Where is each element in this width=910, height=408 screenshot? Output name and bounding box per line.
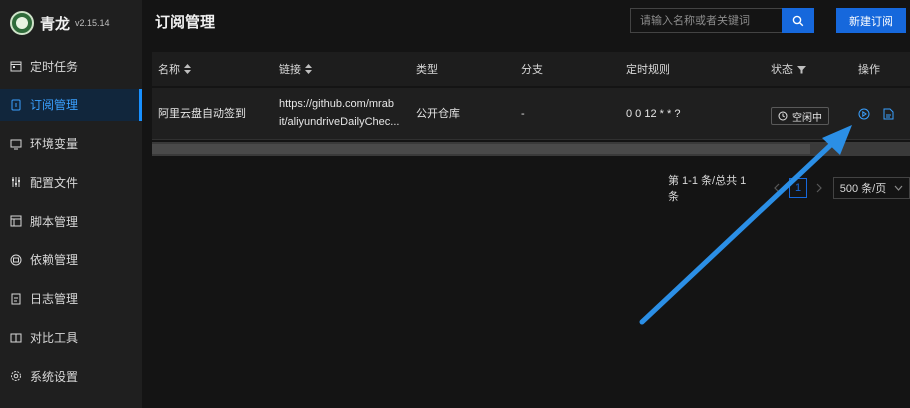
filter-icon[interactable] [797,65,806,74]
page-header: 订阅管理 新建订阅 [142,0,910,40]
cell-name: 阿里云盘自动签到 [158,108,246,120]
monitor-icon [10,138,22,150]
subscription-table: 名称 链接 类型 分支 定时规则 状态 操作 阿里云盘自动签到 https://… [152,52,910,156]
chevron-left-icon [774,183,780,193]
sidebar-item-label: 日志管理 [30,292,79,307]
sidebar-item-config[interactable]: 配置文件 [0,166,142,198]
brand: 青龙 v2.15.14 [0,0,142,46]
search-icon [792,15,804,26]
pagination: 第 1-1 条/总共 1 条 1 500 条/页 [668,172,910,204]
brand-version: v2.15.14 [75,18,110,28]
sidebar-item-env[interactable]: 环境变量 [0,128,142,160]
sidebar-item-subscription[interactable]: 订阅管理 [0,88,142,121]
sidebar: 青龙 v2.15.14 定时任务 订阅管理 环境变量 配置文件 脚本管理 依赖管… [0,0,142,408]
file-text-icon [883,108,894,120]
page-title: 订阅管理 [155,14,216,31]
sidebar-nav: 定时任务 订阅管理 环境变量 配置文件 脚本管理 依赖管理 日志管理 对比工具 … [0,50,142,392]
sidebar-item-label: 依赖管理 [30,253,79,268]
sidebar-item-label: 系统设置 [30,369,79,384]
chevron-down-icon [894,185,903,191]
table-row: 阿里云盘自动签到 https://github.com/mrab it/aliy… [152,88,910,140]
view-log-button[interactable] [883,108,894,123]
package-icon [10,254,22,266]
sidebar-item-label: 脚本管理 [30,214,79,229]
calendar-icon [10,60,22,72]
sidebar-item-label: 订阅管理 [30,98,79,113]
horizontal-scrollbar[interactable] [152,142,910,156]
sidebar-item-label: 定时任务 [30,59,79,74]
column-header-type: 类型 [416,64,438,76]
diff-icon [10,332,22,344]
page-size-select[interactable]: 500 条/页 [832,177,910,199]
sidebar-item-deps[interactable]: 依赖管理 [0,244,142,276]
column-header-name[interactable]: 名称 [158,61,191,77]
page-number-button[interactable]: 1 [789,178,807,198]
cell-link: https://github.com/mrab it/aliyundriveDa… [279,98,400,128]
script-icon [10,215,22,227]
sidebar-item-settings[interactable]: 系统设置 [0,360,142,392]
sliders-icon [10,176,22,188]
sidebar-item-label: 环境变量 [30,137,79,152]
main-content: 订阅管理 新建订阅 名称 链接 类型 分支 定时规则 状态 [142,0,910,408]
chevron-right-icon [816,183,822,193]
qinglong-logo-icon [10,11,34,35]
sidebar-item-cron[interactable]: 定时任务 [0,50,142,82]
log-icon [10,293,22,305]
status-badge: 空闲中 [771,107,829,125]
scrollbar-thumb[interactable] [152,144,810,154]
clock-icon [778,111,788,121]
next-page-button[interactable] [811,179,827,197]
gear-icon [10,370,22,382]
sidebar-item-scripts[interactable]: 脚本管理 [0,205,142,237]
cell-schedule: 0 0 12 * * ? [626,108,681,120]
sidebar-item-label: 配置文件 [30,175,79,190]
sidebar-item-diff[interactable]: 对比工具 [0,322,142,354]
play-circle-icon [858,108,870,120]
column-header-actions: 操作 [858,64,880,76]
sort-icon [305,64,312,74]
sidebar-item-logs[interactable]: 日志管理 [0,283,142,315]
sidebar-item-label: 对比工具 [30,331,79,346]
new-subscription-button[interactable]: 新建订阅 [836,8,906,33]
prev-page-button[interactable] [769,179,785,197]
column-header-branch: 分支 [521,64,543,76]
subscription-icon [10,99,22,111]
search-bar [630,8,814,33]
cell-branch: - [521,108,525,120]
column-header-status[interactable]: 状态 [771,61,806,77]
search-input[interactable] [630,8,783,33]
column-header-link[interactable]: 链接 [279,61,312,77]
search-button[interactable] [782,8,814,33]
column-header-schedule: 定时规则 [626,64,670,76]
pagination-summary: 第 1-1 条/总共 1 条 [668,175,747,203]
table-header: 名称 链接 类型 分支 定时规则 状态 操作 [152,52,910,86]
run-button[interactable] [858,108,870,123]
cell-type: 公开仓库 [416,108,460,120]
sort-icon [184,64,191,74]
brand-name: 青龙 [40,15,71,33]
